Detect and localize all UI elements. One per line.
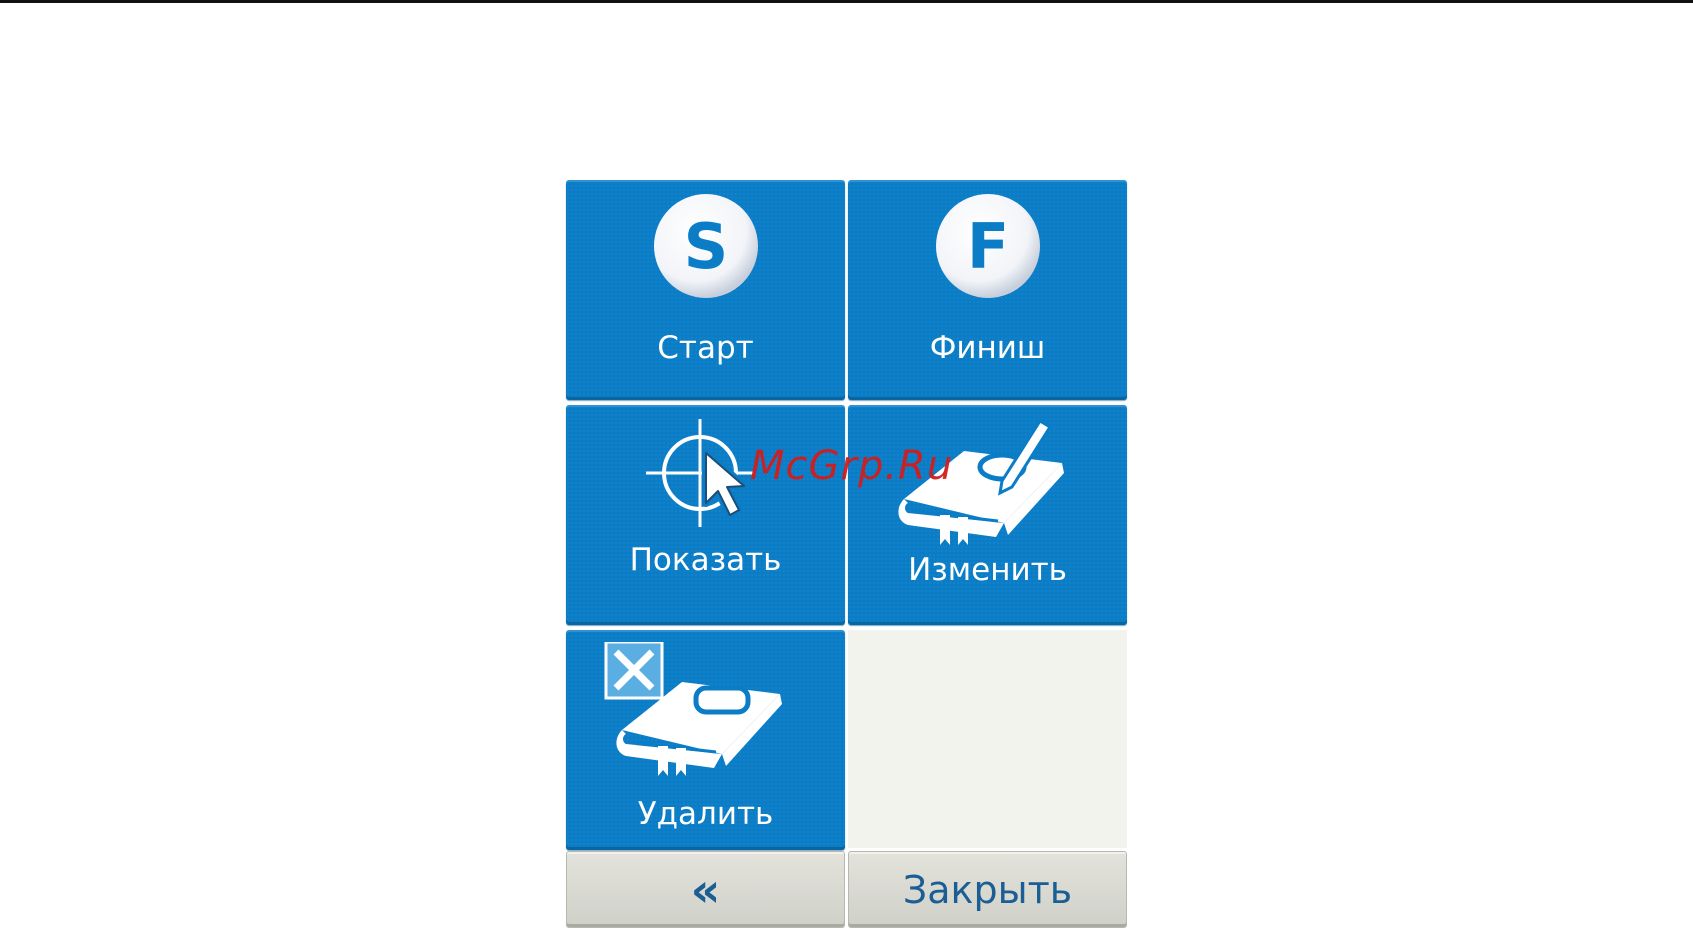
book-delete-icon — [604, 642, 782, 776]
close-button[interactable]: Закрыть — [848, 851, 1127, 928]
route-point-menu: S Старт F Финиш Показать Изменить Удалит… — [566, 180, 1127, 928]
start-label: Старт — [657, 330, 754, 366]
back-label: « — [690, 863, 721, 917]
edit-button[interactable]: Изменить — [848, 405, 1127, 625]
finish-badge-letter: F — [967, 210, 1009, 283]
finish-f-circle-icon: F — [936, 194, 1040, 298]
start-button[interactable]: S Старт — [566, 180, 845, 400]
close-label: Закрыть — [902, 868, 1073, 912]
empty-grid-cell — [848, 630, 1127, 848]
finish-button[interactable]: F Финиш — [848, 180, 1127, 400]
show-label: Показать — [629, 542, 782, 578]
start-badge-letter: S — [684, 210, 729, 283]
delete-button[interactable]: Удалить — [566, 630, 845, 850]
crosshair-cursor-icon — [646, 419, 754, 527]
watermark-text: McGrp.Ru — [750, 443, 954, 489]
finish-label: Финиш — [929, 330, 1046, 366]
top-border-line — [0, 0, 1693, 3]
start-s-circle-icon: S — [654, 194, 758, 298]
show-button[interactable]: Показать — [566, 405, 845, 625]
delete-label: Удалить — [637, 796, 774, 832]
back-button[interactable]: « — [566, 851, 845, 928]
edit-label: Изменить — [908, 552, 1067, 588]
